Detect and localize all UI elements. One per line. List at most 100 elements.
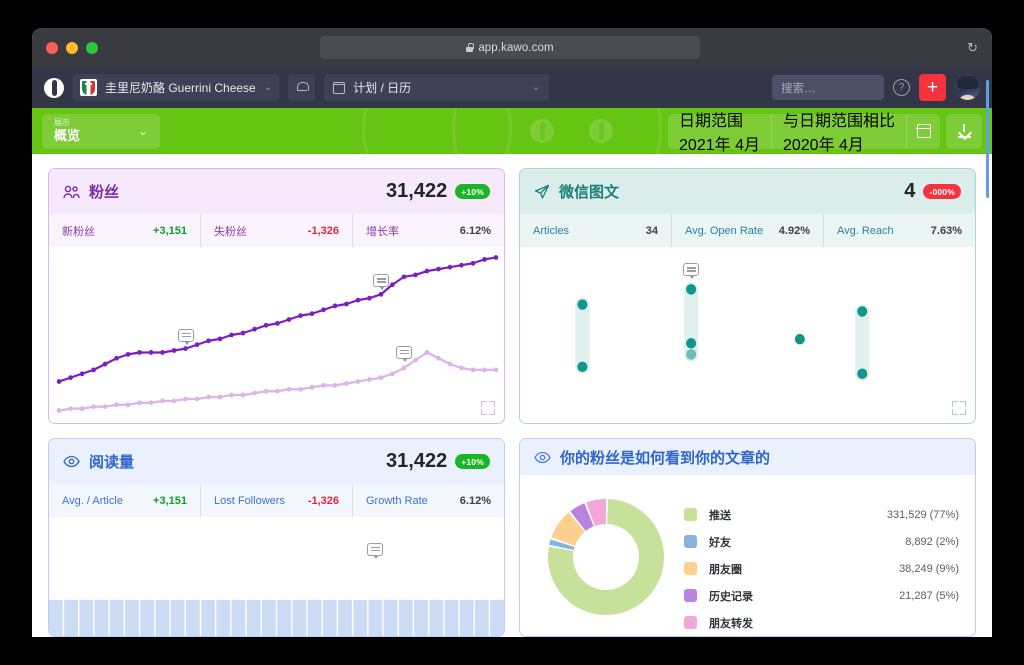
fans-total-value: 31,422 — [386, 180, 448, 202]
calendar-icon — [916, 124, 931, 138]
sources-donut-area: 推送 331,529 (77%) 好友 8,892 (2%) 朋友圈 38,249 (9%… — [520, 475, 975, 636]
expand-chart-icon[interactable] — [481, 401, 495, 415]
date-range-label: 日期范围 — [679, 113, 744, 130]
stat-value: 7.63% — [930, 224, 962, 237]
chevron-down-icon: ⌄ — [531, 82, 541, 93]
decorative-logo-mark — [589, 119, 613, 143]
decorative-logo-mark — [530, 119, 554, 143]
comment-annotation-icon[interactable] — [177, 328, 194, 345]
legend-swatch — [684, 535, 697, 548]
people-icon — [63, 185, 80, 198]
legend-item[interactable]: 历史记录 21,287 (5%) — [684, 582, 959, 609]
add-button[interactable]: + — [919, 74, 946, 101]
views-bar-chart[interactable] — [49, 517, 504, 636]
chevron-down-icon: ⌄ — [263, 82, 273, 93]
articles-dot-chart[interactable] — [520, 247, 975, 423]
expand-chart-icon[interactable] — [952, 401, 966, 415]
legend-value: 331,529 (77%) — [886, 508, 959, 521]
stat-value: 34 — [645, 224, 658, 237]
search-placeholder: 搜索… — [781, 82, 816, 95]
help-icon[interactable]: ? — [893, 79, 910, 96]
views-stat-avg: Avg. / Article +3,151 — [49, 484, 200, 517]
views-card-title-group: 阅读量 — [63, 451, 134, 472]
compare-value: 2020年 4月 — [782, 137, 864, 154]
eye-icon — [534, 451, 551, 463]
legend-label: 推送 — [709, 509, 731, 522]
stat-key: Lost Followers — [214, 494, 285, 507]
legend-item[interactable]: 朋友圈 38,249 (9%) — [684, 555, 959, 582]
download-icon — [957, 124, 971, 138]
legend-value: 38,249 (9%) — [899, 562, 959, 575]
fans-stat-growth: 增长率 6.12% — [352, 214, 504, 247]
comment-annotation-icon[interactable] — [395, 345, 412, 362]
window-controls[interactable] — [32, 41, 98, 54]
decorative-circle — [362, 108, 512, 154]
bell-icon — [296, 82, 309, 93]
download-button[interactable] — [946, 113, 982, 149]
fans-card-value-group: 31,422 +10% — [386, 180, 490, 203]
stat-key: Avg. / Article — [62, 494, 123, 507]
stat-value: -1,326 — [307, 494, 339, 507]
stat-key: 新粉丝 — [62, 225, 95, 238]
comment-annotation-icon[interactable] — [367, 543, 384, 560]
sources-donut-chart[interactable] — [538, 489, 674, 625]
legend-item[interactable]: 推送 331,529 (77%) — [684, 501, 959, 528]
user-avatar[interactable] — [955, 75, 980, 100]
close-window-button[interactable] — [46, 41, 58, 54]
legend-swatch — [684, 508, 697, 521]
stat-key: 失粉丝 — [214, 225, 247, 238]
sources-legend: 推送 331,529 (77%) 好友 8,892 (2%) 朋友圈 38,249 (9%… — [674, 489, 959, 636]
date-range-compare[interactable]: 与日期范围相比 2020年 4月 — [770, 113, 906, 154]
articles-card-header: 微信图文 4 -000% — [520, 169, 975, 214]
articles-change-badge: -000% — [923, 184, 961, 199]
minimize-window-button[interactable] — [66, 41, 78, 54]
stat-key: Avg. Open Rate — [685, 224, 764, 237]
stat-value: 4.92% — [778, 224, 810, 237]
send-icon — [534, 184, 550, 199]
search-input[interactable]: 搜索… — [772, 75, 884, 100]
articles-stat-reach: Avg. Reach 7.63% — [823, 214, 975, 247]
comment-annotation-icon[interactable] — [683, 263, 700, 280]
plan-calendar-selector[interactable]: 计划 / 日历 ⌄ — [324, 74, 550, 101]
legend-item[interactable]: 好友 8,892 (2%) — [684, 528, 959, 555]
stat-key: Growth Rate — [366, 494, 428, 507]
views-stat-growth: Growth Rate 6.12% — [352, 484, 504, 517]
notifications-button[interactable] — [288, 74, 316, 101]
views-change-badge: +10% — [455, 454, 490, 469]
address-bar[interactable]: app.kawo.com — [320, 36, 700, 59]
chevron-down-icon: ⌄ — [137, 124, 148, 138]
eye-icon — [63, 455, 80, 468]
legend-item[interactable]: 朋友转发 — [684, 609, 959, 636]
fans-change-badge: +10% — [455, 184, 490, 199]
decorative-circle — [452, 108, 662, 154]
date-range-control[interactable]: 日期范围 2021年 4月 与日期范围相比 2020年 4月 — [668, 113, 940, 154]
fans-stat-new: 新粉丝 +3,151 — [49, 214, 200, 247]
comment-annotation-icon[interactable] — [372, 274, 389, 291]
fans-card: 粉丝 31,422 +10% 新粉丝 +3,151 失粉丝 -1,326 增长率 — [48, 168, 505, 424]
sources-card-title: 你的粉丝是如何看到你的文章的 — [560, 449, 771, 467]
fans-card-title-group: 粉丝 — [63, 181, 119, 202]
kawo-logo-icon[interactable] — [44, 77, 64, 98]
view-mode-label: 展示 — [54, 117, 70, 127]
view-mode-selector[interactable]: 展示 概览 ⌄ — [42, 113, 160, 149]
open-calendar-button[interactable] — [906, 113, 940, 149]
brand-selector[interactable]: 圭里尼奶酪 Guerrini Cheese ⌄ — [73, 74, 280, 101]
fans-line-chart[interactable] — [49, 247, 504, 423]
legend-swatch — [684, 589, 697, 602]
toolbar-right-group: 日期范围 2021年 4月 与日期范围相比 2020年 4月 — [668, 113, 982, 154]
stat-key: 增长率 — [366, 225, 399, 238]
legend-swatch — [684, 616, 697, 629]
calendar-icon — [332, 81, 346, 94]
date-range-value: 2021年 4月 — [679, 137, 760, 154]
legend-label: 历史记录 — [709, 590, 753, 603]
maximize-window-button[interactable] — [86, 41, 98, 54]
legend-label: 朋友转发 — [709, 617, 753, 630]
articles-stat-row: Articles 34 Avg. Open Rate 4.92% Avg. Re… — [520, 214, 975, 247]
reload-icon[interactable]: ↻ — [967, 41, 978, 54]
articles-total-value: 4 — [904, 180, 916, 202]
articles-stat-count: Articles 34 — [520, 214, 671, 247]
articles-dot-chart-svg — [575, 282, 870, 382]
articles-stat-open-rate: Avg. Open Rate 4.92% — [671, 214, 823, 247]
date-range-primary[interactable]: 日期范围 2021年 4月 — [668, 113, 771, 154]
views-card-header: 阅读量 31,422 +10% — [49, 439, 504, 484]
